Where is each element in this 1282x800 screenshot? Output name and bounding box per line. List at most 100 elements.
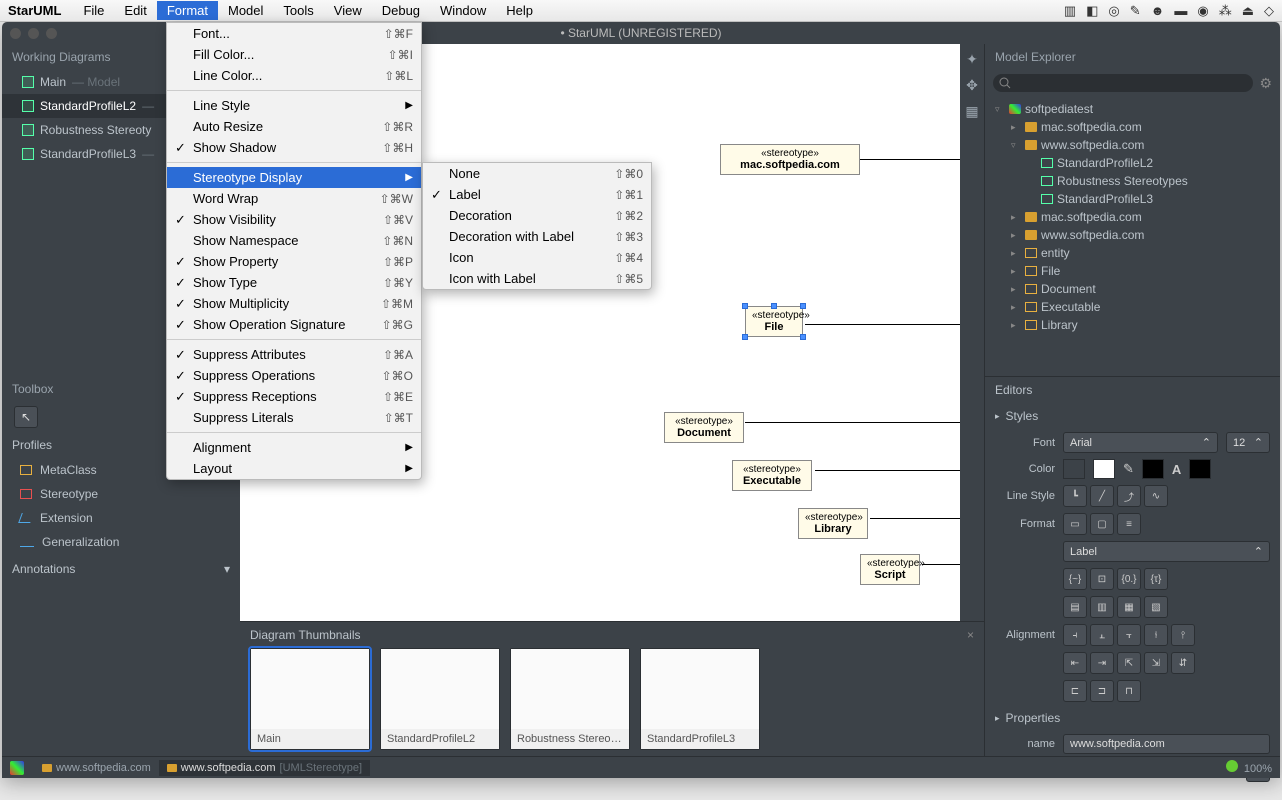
status-tab[interactable]: www.softpedia.com: [34, 760, 159, 776]
thumbnail-item[interactable]: StandardProfileL3: [640, 648, 760, 750]
cursor-tool[interactable]: ↖: [14, 406, 38, 428]
alignment-row3[interactable]: ⊏⊐⊓: [1063, 680, 1141, 702]
font-color-swatch[interactable]: [1189, 459, 1211, 479]
linestyle-buttons[interactable]: ┗╱⤴∿: [1063, 485, 1168, 507]
tree-node[interactable]: ▿www.softpedia.com: [985, 136, 1280, 154]
diagram-thumbnails-panel: Diagram Thumbnails × MainStandardProfile…: [240, 621, 984, 756]
format-item-show-type[interactable]: ✓Show Type⇧⌘Y: [167, 272, 421, 293]
format-item-font-[interactable]: Font...⇧⌘F: [167, 23, 421, 44]
format-item-alignment[interactable]: Alignment▶: [167, 437, 421, 458]
canvas-toolbar: ✦ ✥ ▦: [960, 44, 984, 621]
uml-node[interactable]: «stereotype»Script: [860, 554, 920, 585]
tree-node[interactable]: StandardProfileL3: [985, 190, 1280, 208]
tree-node[interactable]: Robustness Stereotypes: [985, 172, 1280, 190]
format-menu-dropdown[interactable]: Font...⇧⌘FFill Color...⇧⌘ILine Color...⇧…: [166, 22, 422, 480]
menu-window[interactable]: Window: [430, 1, 496, 20]
tree-node[interactable]: ▸Document: [985, 280, 1280, 298]
tool-stereotype[interactable]: Stereotype: [2, 482, 240, 506]
format-buttons[interactable]: ▭▢≡: [1063, 513, 1141, 535]
format-toggle-row2[interactable]: ▤▥▦▧: [1063, 596, 1168, 618]
stereotype-item-label[interactable]: ✓Label⇧⌘1: [423, 184, 651, 205]
font-family-select[interactable]: Arial⌃: [1063, 432, 1218, 453]
menu-tools[interactable]: Tools: [273, 1, 323, 20]
stereotype-item-none[interactable]: None⇧⌘0: [423, 163, 651, 184]
close-icon[interactable]: ×: [967, 628, 974, 642]
format-item-show-shadow[interactable]: ✓Show Shadow⇧⌘H: [167, 137, 421, 158]
sync-icon: ◉: [1197, 3, 1208, 19]
tree-node[interactable]: ▸Library: [985, 316, 1280, 334]
format-item-line-color-[interactable]: Line Color...⇧⌘L: [167, 65, 421, 86]
properties-section[interactable]: ▸Properties: [985, 705, 1280, 731]
stereotype-item-icon[interactable]: Icon⇧⌘4: [423, 247, 651, 268]
stereotype-item-icon-with-label[interactable]: Icon with Label⇧⌘5: [423, 268, 651, 289]
format-item-auto-resize[interactable]: Auto Resize⇧⌘R: [167, 116, 421, 137]
format-item-word-wrap[interactable]: Word Wrap⇧⌘W: [167, 188, 421, 209]
name-input[interactable]: www.softpedia.com: [1063, 734, 1270, 754]
format-item-suppress-receptions[interactable]: ✓Suppress Receptions⇧⌘E: [167, 386, 421, 407]
menu-format[interactable]: Format: [157, 1, 218, 20]
menu-view[interactable]: View: [324, 1, 372, 20]
uml-node[interactable]: «stereotype»mac.softpedia.com: [720, 144, 860, 175]
format-item-line-style[interactable]: Line Style▶: [167, 95, 421, 116]
format-item-stereotype-display[interactable]: Stereotype Display▶: [167, 167, 421, 188]
format-item-suppress-attributes[interactable]: ✓Suppress Attributes⇧⌘A: [167, 344, 421, 365]
format-item-show-visibility[interactable]: ✓Show Visibility⇧⌘V: [167, 209, 421, 230]
grid-icon[interactable]: ▦: [963, 102, 981, 120]
tool-generalization[interactable]: Generalization: [2, 530, 240, 554]
os-menubar: StarUML FileEditFormatModelToolsViewDebu…: [0, 0, 1282, 22]
annotations-section[interactable]: Annotations▾: [2, 554, 240, 584]
format-select[interactable]: Label⌃: [1063, 541, 1270, 562]
stereotype-item-decoration[interactable]: Decoration⇧⌘2: [423, 205, 651, 226]
tool-extension[interactable]: Extension: [2, 506, 240, 530]
tree-node[interactable]: ▸Executable: [985, 298, 1280, 316]
format-item-show-namespace[interactable]: Show Namespace⇧⌘N: [167, 230, 421, 251]
menu-debug[interactable]: Debug: [372, 1, 430, 20]
format-item-layout[interactable]: Layout▶: [167, 458, 421, 479]
uml-node[interactable]: «stereotype»Executable: [732, 460, 812, 491]
menu-edit[interactable]: Edit: [114, 1, 156, 20]
uml-node[interactable]: «stereotype»File: [745, 306, 803, 337]
fill-color-swatch[interactable]: [1063, 459, 1085, 479]
uml-node[interactable]: «stereotype»Library: [798, 508, 868, 539]
model-tree[interactable]: ▿softpediatest▸mac.softpedia.com▿www.sof…: [985, 96, 1280, 376]
thumbnail-item[interactable]: Main: [250, 648, 370, 750]
line-color-swatch[interactable]: [1142, 459, 1164, 479]
alignment-row2[interactable]: ⇤⇥⇱⇲⇵: [1063, 652, 1195, 674]
format-toggle-row1[interactable]: {~}⊡{0.}{τ}: [1063, 568, 1168, 590]
tree-node[interactable]: ▸mac.softpedia.com: [985, 118, 1280, 136]
fill-white-swatch[interactable]: [1093, 459, 1115, 479]
format-item-show-multiplicity[interactable]: ✓Show Multiplicity⇧⌘M: [167, 293, 421, 314]
tree-node[interactable]: ▸mac.softpedia.com: [985, 208, 1280, 226]
uml-node[interactable]: «stereotype»Document: [664, 412, 744, 443]
tree-node[interactable]: ▸www.softpedia.com: [985, 226, 1280, 244]
styles-section[interactable]: ▸Styles: [985, 403, 1280, 429]
move-icon[interactable]: ✥: [963, 76, 981, 94]
status-tab[interactable]: www.softpedia.com [UMLStereotype]: [159, 760, 370, 776]
window-controls[interactable]: [10, 28, 57, 39]
font-size-select[interactable]: 12⌃: [1226, 432, 1270, 453]
model-search-input[interactable]: [993, 74, 1253, 92]
wand-icon: ✎: [1130, 3, 1141, 19]
stereotype-display-submenu[interactable]: None⇧⌘0✓Label⇧⌘1Decoration⇧⌘2Decoration …: [422, 162, 652, 290]
tree-node[interactable]: ▸entity: [985, 244, 1280, 262]
menu-help[interactable]: Help: [496, 1, 543, 20]
thumbnail-item[interactable]: Robustness Stereotype: [510, 648, 630, 750]
format-item-suppress-literals[interactable]: Suppress Literals⇧⌘T: [167, 407, 421, 428]
extension-icon[interactable]: ✦: [963, 50, 981, 68]
gear-icon[interactable]: ⚙: [1259, 75, 1272, 92]
tree-node[interactable]: ▿softpediatest: [985, 100, 1280, 118]
pkg-icon: [1025, 140, 1037, 150]
thumbnail-item[interactable]: StandardProfileL2: [380, 648, 500, 750]
chevron-down-icon: ▾: [224, 562, 230, 576]
pkg-icon: [1025, 212, 1037, 222]
tree-node[interactable]: ▸File: [985, 262, 1280, 280]
format-item-fill-color-[interactable]: Fill Color...⇧⌘I: [167, 44, 421, 65]
menu-file[interactable]: File: [73, 1, 114, 20]
tree-node[interactable]: StandardProfileL2: [985, 154, 1280, 172]
stereotype-item-decoration-with-label[interactable]: Decoration with Label⇧⌘3: [423, 226, 651, 247]
menu-model[interactable]: Model: [218, 1, 273, 20]
format-item-suppress-operations[interactable]: ✓Suppress Operations⇧⌘O: [167, 365, 421, 386]
alignment-row1[interactable]: ⫞⫠⫟⫮⫯: [1063, 624, 1195, 646]
format-item-show-operation-signature[interactable]: ✓Show Operation Signature⇧⌘G: [167, 314, 421, 335]
format-item-show-property[interactable]: ✓Show Property⇧⌘P: [167, 251, 421, 272]
